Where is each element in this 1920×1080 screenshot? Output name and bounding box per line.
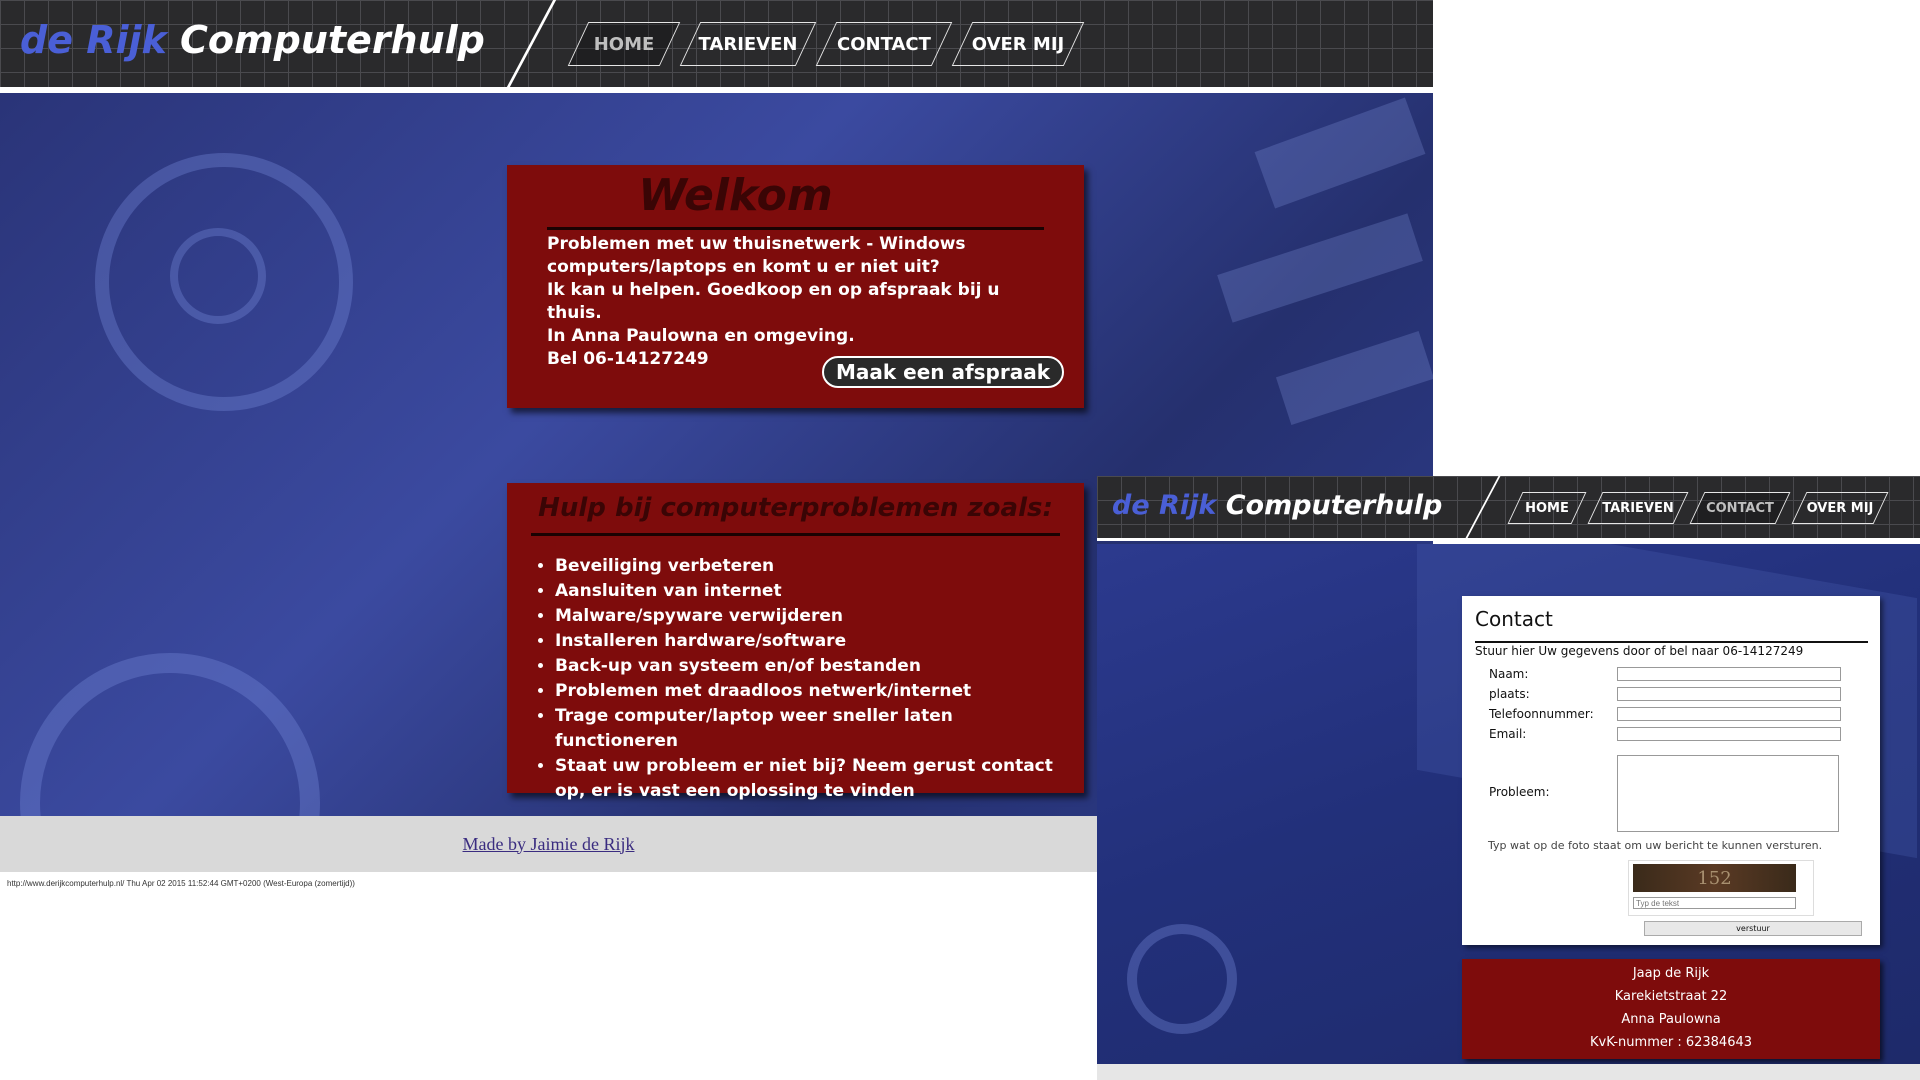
cable-shape [1217,213,1423,323]
problem-label: Probleem: [1489,785,1550,799]
address-kvk: KvK-nummer : 62384643 [1589,1035,1753,1050]
help-item: Staat uw probleem er niet bij? Neem geru… [555,754,1060,804]
welcome-line: Problemen met uw thuisnetwerk - Windows [547,234,966,254]
made-by-link[interactable]: Made by Jaimie de Rijk [463,834,635,855]
phone-label: Telefoonnummer: [1489,707,1594,721]
welcome-title: Welkom [638,170,833,221]
cable-shape [1254,97,1426,209]
help-item: Problemen met draadloos netwerk/internet [555,679,1060,704]
site-logo[interactable]: de Rijk Computerhulp [20,18,485,62]
place-label: plaats: [1489,687,1530,701]
place-field[interactable] [1617,687,1841,701]
page-footer: Made by Jaimie de Rijk [0,816,1097,872]
site-header: de Rijk Computerhulp HOME TARIEVEN CONTA… [0,0,1433,90]
nav-tarieven[interactable]: TARIEVEN [1595,492,1681,524]
address-panel: Jaap de Rijk Karekietstraat 22 Anna Paul… [1462,959,1880,1059]
contact-divider [1475,641,1868,643]
help-divider [531,533,1060,536]
nav-over-mij[interactable]: OVER MIJ [962,22,1074,66]
welcome-line: Ik kan u helpen. Goedkoop en op afspraak… [547,280,1000,323]
submit-button-label: verstuur [1736,924,1770,933]
logo-part-1: de Rijk [1112,490,1217,521]
welcome-panel: Welkom Problemen met uw thuisnetwerk - W… [507,165,1084,408]
cup-shape [1127,924,1237,1034]
email-field[interactable] [1617,727,1841,741]
header-divider-2 [1465,476,1501,538]
contact-title: Contact [1475,607,1553,631]
email-label: Email: [1489,727,1527,741]
nav-contact-label: CONTACT [837,33,931,55]
nav-tarieven[interactable]: TARIEVEN [690,22,806,66]
main-nav-2: HOME TARIEVEN CONTACT OVER MIJ [1515,492,1881,524]
help-item: Back-up van systeem en/of bestanden [555,654,1060,679]
address-street: Karekietstraat 22 [1614,989,1728,1004]
cable-shape [1275,331,1433,425]
nav-contact-label: CONTACT [1706,500,1774,516]
help-item: Beveiliging verbeteren [555,554,1060,579]
nav-over-mij-label: OVER MIJ [1806,500,1874,516]
help-panel: Hulp bij computerproblemen zoals: Beveil… [507,483,1084,801]
nav-over-mij-label: OVER MIJ [971,33,1065,55]
header-divider [506,0,557,87]
captcha-input[interactable] [1633,897,1796,909]
fan-image-hub [170,228,266,324]
address-city: Anna Paulowna [1621,1012,1721,1027]
help-item: Trage computer/laptop weer sneller laten… [555,704,1060,754]
nav-over-mij[interactable]: OVER MIJ [1799,492,1881,524]
appointment-button-label: Maak een afspraak [835,360,1051,384]
fan-image-bottom [20,653,320,816]
nav-home-label: HOME [593,33,655,55]
site-logo-2[interactable]: de Rijk Computerhulp [1112,490,1442,521]
print-url-footer: http://www.derijkcomputerhulp.nl/ Thu Ap… [7,879,355,888]
site-header-2: de Rijk Computerhulp HOME TARIEVEN CONTA… [1097,476,1920,541]
contact-subtitle: Stuur hier Uw gegevens door of bel naar … [1475,644,1804,658]
problem-textarea[interactable] [1617,755,1839,832]
nav-home[interactable]: HOME [1515,492,1579,524]
captcha-text: 152 [1697,867,1732,889]
name-label: Naam: [1489,667,1529,681]
address-name: Jaap de Rijk [1632,966,1710,981]
phone-field[interactable] [1617,707,1841,721]
appointment-button[interactable]: Maak een afspraak [822,356,1064,388]
nav-tarieven-label: TARIEVEN [1602,500,1674,516]
submit-button[interactable]: verstuur [1644,921,1862,936]
logo-part-2: Computerhulp [180,18,485,62]
nav-tarieven-label: TARIEVEN [698,33,798,55]
contact-form: Contact Stuur hier Uw gegevens door of b… [1462,596,1880,945]
captcha-box: 152 [1628,860,1814,916]
nav-home-label: HOME [1525,500,1569,516]
welcome-divider [547,227,1044,230]
name-field[interactable] [1617,667,1841,681]
help-item: Malware/spyware verwijderen [555,604,1060,629]
captcha-hint: Typ wat op de foto staat om uw bericht t… [1488,839,1823,852]
logo-part-2: Computerhulp [1225,490,1443,521]
welcome-line: In Anna Paulowna en omgeving. [547,326,855,346]
logo-part-1: de Rijk [20,18,167,62]
help-item: Aansluiten van internet [555,579,1060,604]
captcha-image: 152 [1633,864,1796,892]
nav-contact[interactable]: CONTACT [1697,492,1783,524]
nav-home[interactable]: HOME [578,22,670,66]
welcome-line: computers/laptops en komt u er niet uit? [547,257,940,277]
page-2-footer-strip [1097,1064,1920,1080]
main-nav: HOME TARIEVEN CONTACT OVER MIJ [578,22,1074,66]
help-item: Installeren hardware/software [555,629,1060,654]
help-title: Hulp bij computerproblemen zoals: [538,493,1053,523]
welcome-text: Problemen met uw thuisnetwerk - Windows … [547,233,1044,371]
help-list: Beveiliging verbeteren Aansluiten van in… [531,554,1060,804]
nav-contact[interactable]: CONTACT [826,22,942,66]
